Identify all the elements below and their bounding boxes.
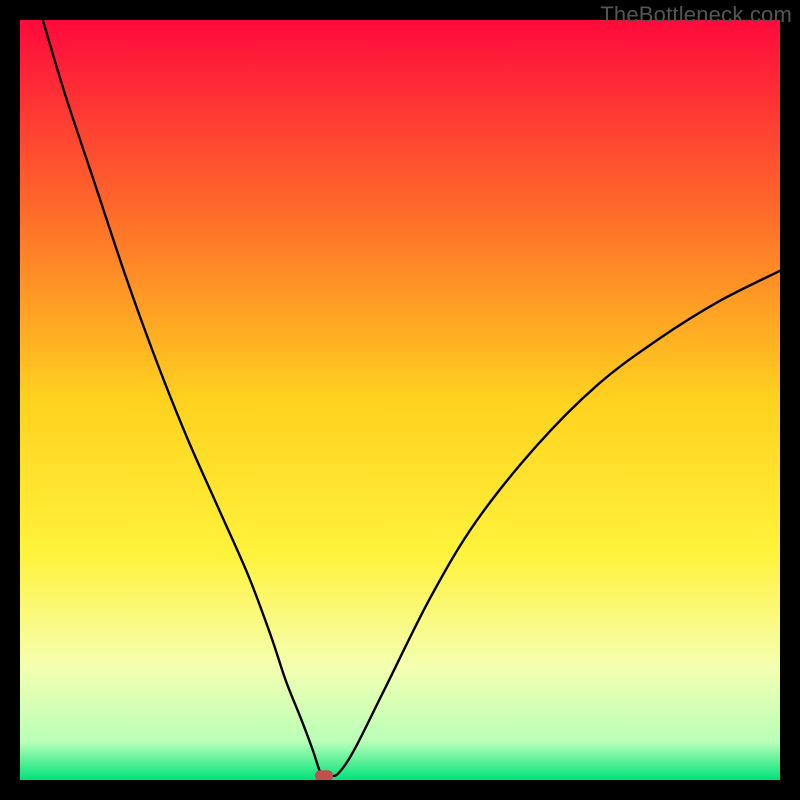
chart-svg <box>20 20 780 780</box>
chart-background <box>20 20 780 780</box>
chart-frame <box>20 20 780 780</box>
watermark-text: TheBottleneck.com <box>600 2 792 28</box>
minimum-marker <box>315 770 333 780</box>
